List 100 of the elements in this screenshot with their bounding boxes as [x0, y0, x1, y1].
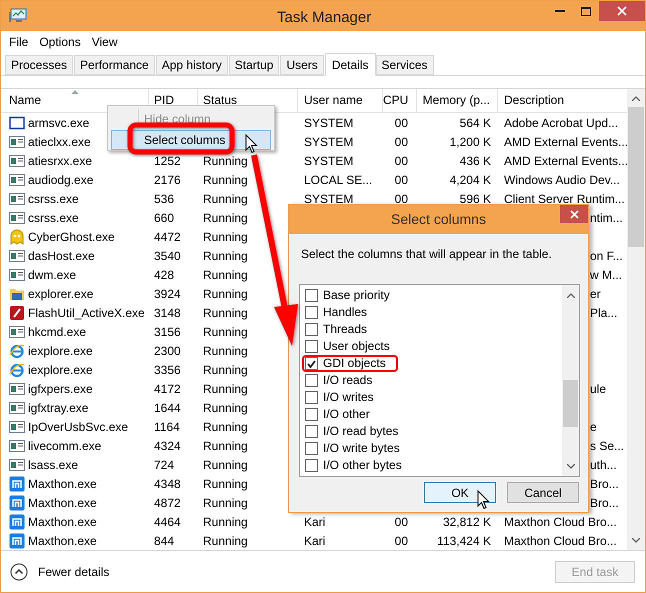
scroll-thumb[interactable]: [563, 380, 578, 427]
process-name: armsvc.exe: [28, 114, 90, 132]
scroll-up-icon: [632, 96, 640, 101]
scroll-thumb[interactable]: [628, 107, 644, 247]
application-icon: [9, 418, 25, 434]
process-id: 1164: [154, 418, 180, 436]
fewer-details-button[interactable]: Fewer details: [10, 562, 110, 580]
user-name: LOCAL SE...: [304, 172, 372, 188]
process-name: IpOverUsbSvc.exe: [28, 418, 128, 436]
close-button[interactable]: [599, 1, 645, 21]
process-description: ule: [590, 380, 606, 398]
checkbox[interactable]: [305, 357, 318, 370]
process-description: Adobe Acrobat Upd...: [504, 114, 618, 132]
checkbox[interactable]: [305, 425, 318, 438]
process-id: 428: [154, 266, 174, 284]
process-id: 3148: [154, 304, 181, 322]
column-header[interactable]: Memory (p...: [422, 91, 490, 109]
user-name: SYSTEM: [304, 114, 354, 132]
checkbox-label: Threads: [323, 323, 368, 336]
checkbox[interactable]: [305, 340, 318, 353]
column-header[interactable]: PID: [154, 91, 174, 109]
checkbox[interactable]: [305, 459, 318, 472]
process-description: on F...: [590, 248, 623, 264]
process-description: uth...: [590, 456, 617, 474]
cursor-icon: [245, 134, 258, 154]
tab[interactable]: Processes: [5, 55, 74, 75]
tab[interactable]: Performance: [74, 55, 155, 75]
sort-arrow-icon: [71, 90, 78, 94]
process-name: audiodg.exe: [28, 172, 94, 188]
process-status: Running: [203, 228, 248, 246]
application-icon: [9, 190, 25, 206]
list-scrollbar[interactable]: [562, 285, 579, 476]
scroll-down-icon: [566, 464, 574, 469]
menu-item[interactable]: Select columns: [111, 130, 271, 150]
checkbox[interactable]: [305, 391, 318, 404]
process-status: Running: [203, 152, 248, 170]
checkbox-label: Base priority: [323, 289, 390, 302]
dialog-button[interactable]: Cancel: [507, 482, 579, 503]
checkbox[interactable]: [305, 408, 318, 421]
memory-usage: 596 K: [460, 190, 491, 208]
checkbox[interactable]: [305, 374, 318, 387]
process-id: 660: [154, 210, 174, 226]
process-status: Running: [203, 400, 248, 416]
process-description: Pla...: [590, 304, 618, 322]
process-name: iexplore.exe: [28, 362, 93, 378]
menu-item[interactable]: View: [86, 33, 122, 51]
cpu-usage: 00: [394, 190, 408, 208]
process-name: Maxthon.exe: [28, 476, 97, 492]
checkbox[interactable]: [305, 323, 318, 336]
column-header[interactable]: Status: [203, 91, 238, 109]
checkbox[interactable]: [305, 306, 318, 319]
process-status: Running: [203, 286, 248, 302]
tab[interactable]: App history: [156, 55, 228, 75]
checkbox-label: I/O write bytes: [323, 442, 400, 455]
maxthon-icon: [9, 494, 25, 510]
column-header[interactable]: Name: [9, 91, 42, 109]
ghost-icon: [9, 228, 25, 244]
process-status: Running: [203, 266, 248, 284]
memory-usage: 4,204 K: [450, 172, 491, 188]
cpu-usage: 00: [394, 114, 408, 132]
application-icon: [9, 134, 25, 150]
maxthon-icon: [9, 476, 25, 492]
process-status: Running: [203, 476, 248, 492]
window-title: Task Manager: [277, 8, 372, 28]
process-id: 3356: [154, 362, 181, 378]
process-description: Client Server Runtim...: [504, 190, 625, 208]
column-header[interactable]: User name: [304, 91, 363, 109]
process-status: Running: [203, 438, 248, 454]
application-icon: [9, 152, 25, 168]
checkbox[interactable]: [305, 289, 318, 302]
process-id: 844: [154, 532, 174, 550]
tab[interactable]: Startup: [228, 55, 280, 75]
column-header[interactable]: Description: [504, 91, 564, 109]
close-button[interactable]: [560, 205, 588, 223]
vertical-scrollbar[interactable]: [627, 89, 645, 550]
scroll-up-icon: [566, 293, 574, 298]
menu-item[interactable]: Options: [34, 33, 86, 51]
column-header[interactable]: CPU: [383, 91, 408, 109]
checkbox[interactable]: [305, 442, 318, 455]
process-id: 4324: [154, 438, 181, 454]
checkbox-label: I/O other bytes: [323, 459, 402, 472]
tab[interactable]: Services: [376, 55, 434, 75]
flash-icon: [9, 304, 25, 320]
process-name: Maxthon.exe: [28, 532, 97, 550]
tab[interactable]: Users: [280, 55, 324, 75]
process-name: FlashUtil_ActiveX.exe: [28, 304, 145, 322]
process-status: Running: [203, 494, 248, 512]
process-description: Maxthon Cloud Bro...: [504, 532, 617, 550]
process-description: ntim...: [590, 210, 623, 226]
process-id: 4172: [154, 380, 181, 398]
process-name: iexplore.exe: [28, 342, 93, 360]
monitor-icon: [9, 8, 27, 24]
close-icon: [570, 210, 578, 218]
application-icon: [9, 266, 25, 282]
process-description: Windows Audio Dev...: [504, 172, 620, 188]
menu-item[interactable]: File: [4, 33, 34, 51]
process-description: Bro...: [590, 476, 619, 492]
process-id: 3924: [154, 286, 181, 302]
user-name: Kari: [304, 514, 326, 530]
tab[interactable]: Details: [324, 53, 376, 76]
